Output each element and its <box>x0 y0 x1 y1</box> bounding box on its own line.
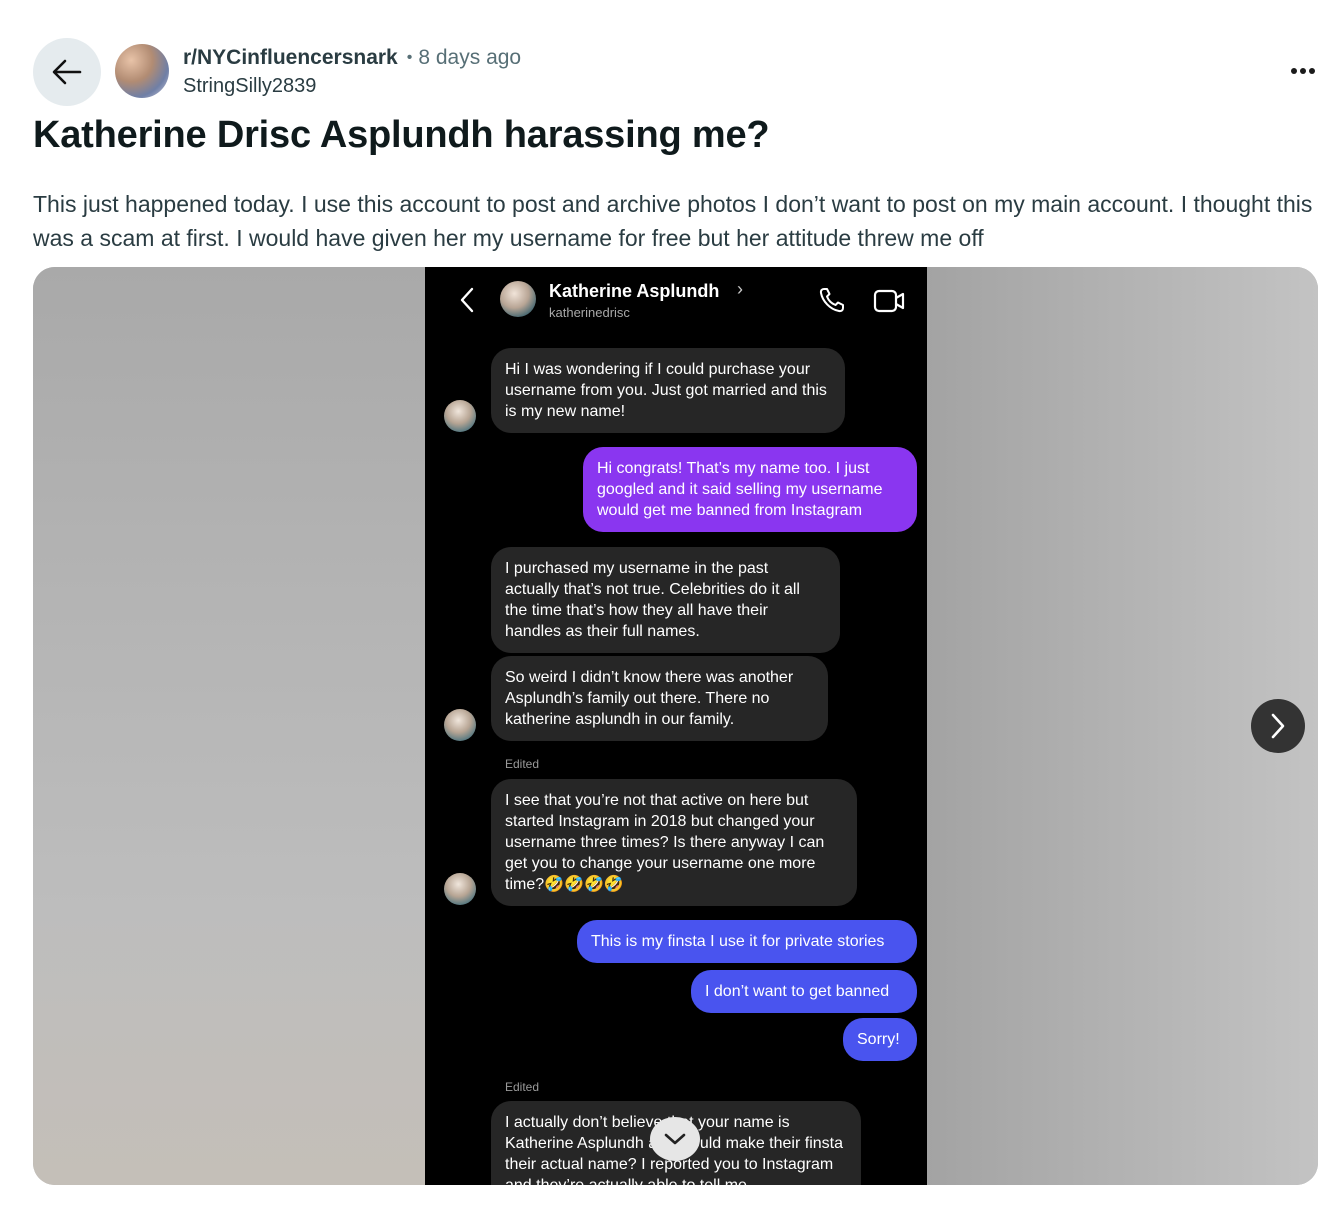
message-bubble-received: Hi I was wondering if I could purchase y… <box>491 348 845 433</box>
chevron-right-small-icon: › <box>737 279 743 299</box>
chevron-left-icon <box>460 287 474 313</box>
contact-handle: katherinedrisc <box>549 305 630 320</box>
image-gallery[interactable]: Katherine Asplundh › katherinedrisc Hi I… <box>33 267 1318 1185</box>
message-bubble-sent: I don’t want to get banned <box>691 970 917 1013</box>
message-bubble-received: I see that you’re not that active on her… <box>491 779 857 906</box>
post-body: This just happened today. I use this acc… <box>33 191 1313 251</box>
sender-avatar <box>444 400 476 432</box>
gallery-blur-left <box>33 267 425 1185</box>
post-title: Katherine Drisc Asplundh harassing me? <box>33 114 770 156</box>
chevron-right-icon <box>1271 713 1285 739</box>
dm-header: Katherine Asplundh › katherinedrisc <box>425 267 927 331</box>
post-author[interactable]: StringSilly2839 <box>183 75 521 98</box>
message-bubble-sent: Sorry! <box>843 1018 917 1061</box>
post-time: 8 days ago <box>418 46 522 69</box>
contact-avatar <box>500 281 536 317</box>
chevron-down-icon <box>664 1133 686 1145</box>
post-meta: r/NYCinfluencersnark • 8 days ago String… <box>183 46 521 98</box>
more-horizontal-icon <box>1291 68 1297 74</box>
message-bubble-sent: This is my finsta I use it for private s… <box>577 920 917 963</box>
message-bubble-sent: Hi congrats! That’s my name too. I just … <box>583 447 917 532</box>
contact-name: Katherine Asplundh <box>549 281 720 301</box>
edited-label: Edited <box>505 1080 540 1094</box>
back-button[interactable] <box>33 38 101 106</box>
gallery-image: Katherine Asplundh › katherinedrisc Hi I… <box>425 267 927 1185</box>
video-icon <box>873 289 905 313</box>
phone-icon <box>819 288 844 313</box>
edited-label: Edited <box>505 757 540 771</box>
sender-avatar <box>444 873 476 905</box>
message-bubble-received: So weird I didn’t know there was another… <box>491 656 828 741</box>
message-bubble-received: I purchased my username in the past actu… <box>491 547 840 653</box>
gallery-next-button[interactable] <box>1251 699 1305 753</box>
more-options-button[interactable] <box>1288 58 1318 84</box>
subreddit-avatar[interactable] <box>115 44 169 98</box>
scroll-down-indicator <box>650 1117 700 1161</box>
arrow-left-icon <box>52 59 82 85</box>
subreddit-link[interactable]: r/NYCinfluencersnark <box>183 46 398 70</box>
meta-separator: • <box>406 49 413 66</box>
sender-avatar <box>444 709 476 741</box>
